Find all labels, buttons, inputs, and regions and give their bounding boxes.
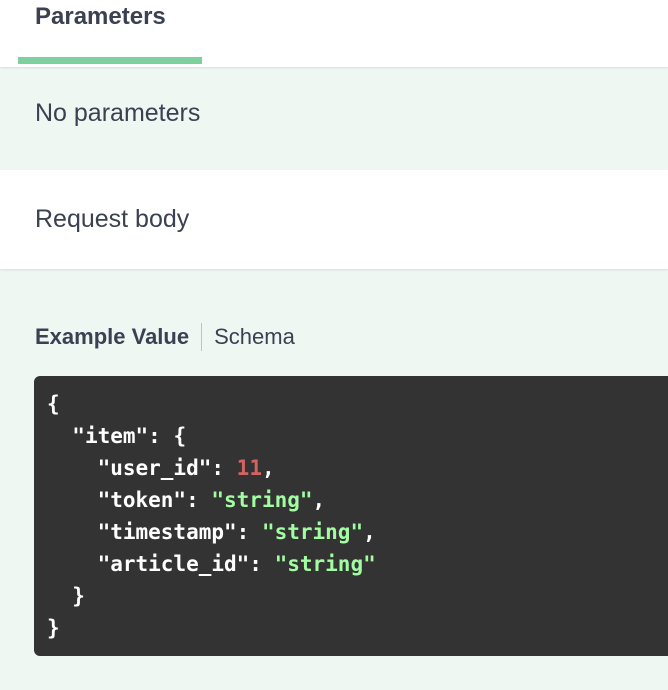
parameters-tab-header: Parameters <box>0 0 668 67</box>
active-tab-indicator <box>18 57 202 64</box>
no-parameters-text: No parameters <box>35 99 201 127</box>
request-body-header: Request body <box>0 170 668 269</box>
schema-tab[interactable]: Schema <box>214 324 295 350</box>
json-item-open: : { <box>148 424 187 448</box>
json-key-item: "item" <box>72 424 149 448</box>
parameters-tab[interactable]: Parameters <box>35 3 166 31</box>
request-body-title: Request body <box>35 205 190 233</box>
tab-divider <box>201 323 203 351</box>
json-key-token: "token" <box>97 488 187 512</box>
json-key-article-id: "article_id" <box>97 552 250 576</box>
json-value-article-id: "string" <box>274 552 376 576</box>
json-outer-close: } <box>47 616 60 640</box>
json-value-user-id: 11 <box>236 456 262 480</box>
json-value-token: "string" <box>211 488 313 512</box>
json-open-brace: { <box>47 392 60 416</box>
json-inner-close: } <box>72 584 85 608</box>
json-key-user-id: "user_id" <box>97 456 212 480</box>
example-tabs: Example Value Schema <box>35 323 295 351</box>
json-value-timestamp: "string" <box>261 520 364 544</box>
example-json: { "item": { "user_id": 11, "token": "str… <box>47 392 376 640</box>
example-json-code-block: { "item": { "user_id": 11, "token": "str… <box>34 376 668 656</box>
json-key-timestamp: "timestamp" <box>97 520 237 544</box>
example-value-tab[interactable]: Example Value <box>35 324 189 350</box>
